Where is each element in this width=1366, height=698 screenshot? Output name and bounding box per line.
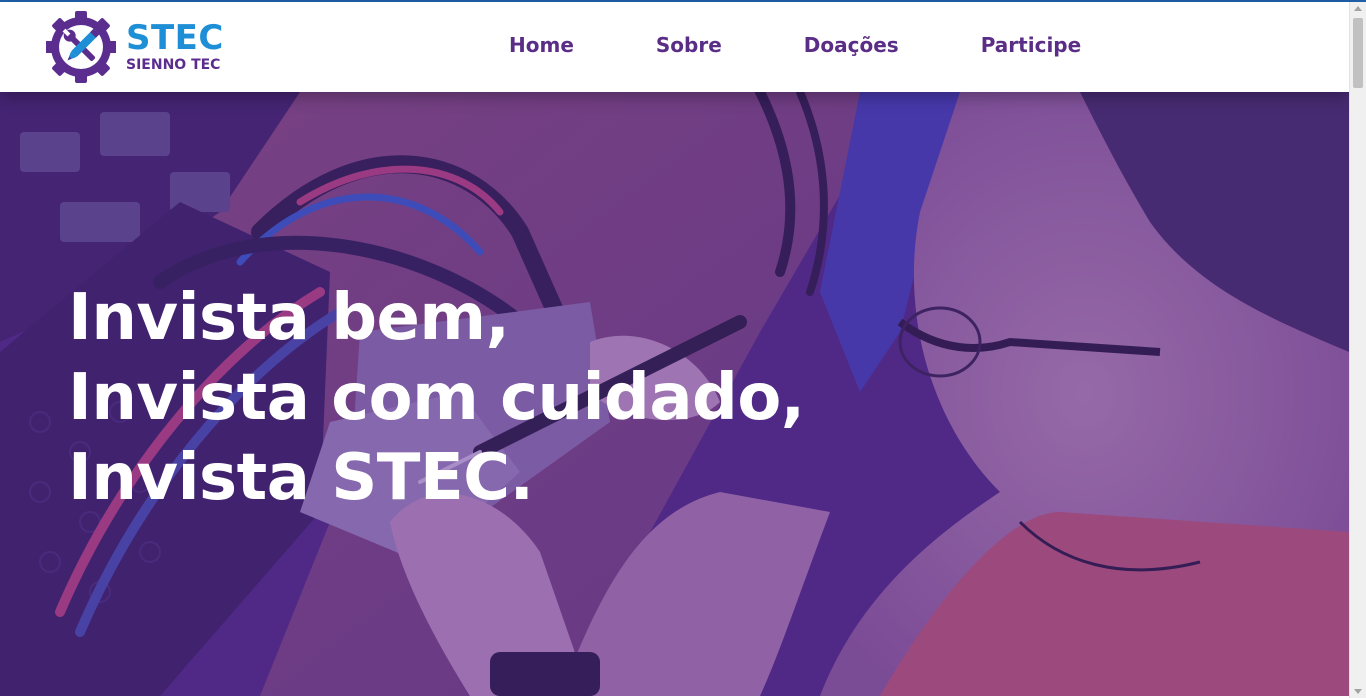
main-nav: Home Sobre Doações Participe [509,30,1081,60]
brand-logo-link[interactable]: STEC SIENNO TEC [46,9,224,85]
nav-item-participe[interactable]: Participe [981,30,1082,60]
brand-text: STEC SIENNO TEC [126,20,224,74]
brand-subtitle: SIENNO TEC [126,57,221,73]
scroll-thumb[interactable] [1353,18,1363,88]
page-scrollbar[interactable] [1349,2,1366,698]
hero-banner: Invista bem, Invista com cuidado, Invist… [0,92,1349,696]
gear-pencil-wrench-icon [46,11,116,83]
hero-line-2: Invista com cuidado, [68,361,805,435]
hero-line-1: Invista bem, [68,281,510,355]
hero-line-3: Invista STEC. [68,441,534,515]
brand-title: STEC [126,18,224,58]
nav-item-doacoes[interactable]: Doações [804,30,899,60]
nav-item-sobre[interactable]: Sobre [656,30,722,60]
nav-item-home[interactable]: Home [509,30,574,60]
site-header: STEC SIENNO TEC Home Sobre Doações Parti… [0,2,1349,92]
scroll-up-arrow-icon[interactable] [1354,6,1362,11]
scroll-down-arrow-icon[interactable] [1354,689,1362,694]
hero-heading: Invista bem, Invista com cuidado, Invist… [68,278,805,518]
